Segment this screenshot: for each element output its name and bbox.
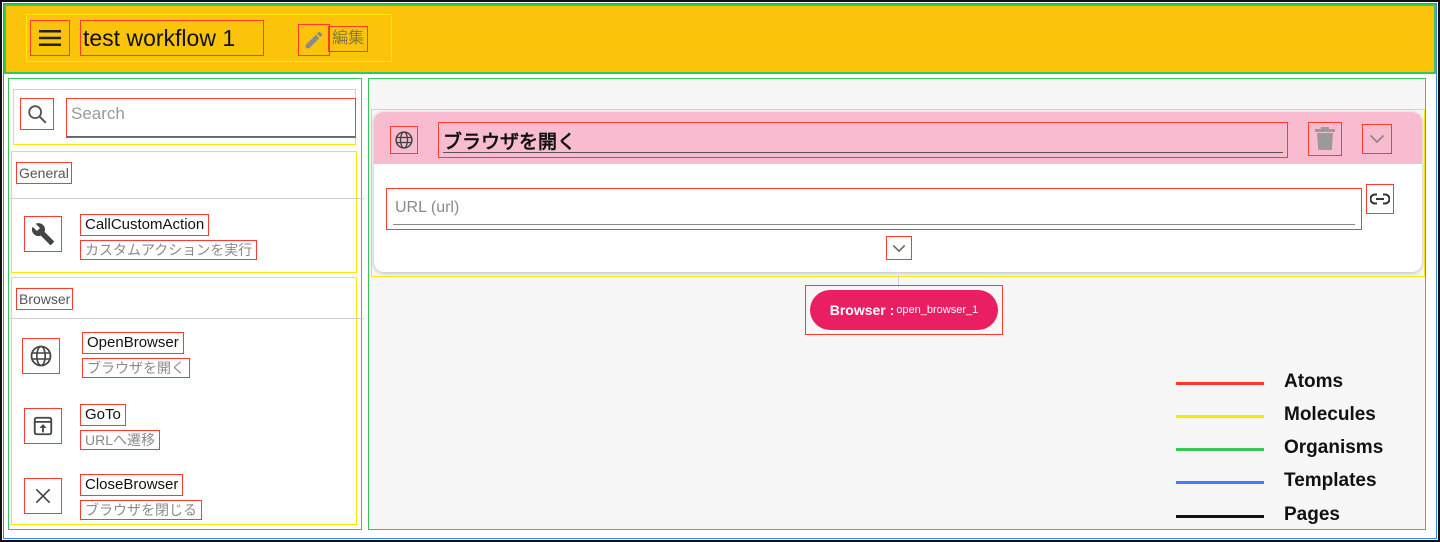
group-header-browser: Browser bbox=[16, 288, 74, 310]
expand-options-button[interactable] bbox=[886, 236, 912, 260]
action-description-closebrowser: ブラウザを閉じる bbox=[80, 500, 202, 520]
legend-label: Molecules bbox=[1284, 404, 1376, 425]
search-icon bbox=[20, 98, 54, 130]
node-card: ブラウザを開く URL (url) bbox=[374, 112, 1422, 272]
legend-line bbox=[1176, 382, 1264, 385]
edit-button[interactable] bbox=[298, 24, 330, 56]
output-variable-badge-wrapper: Browser : open_browser_1 bbox=[805, 285, 1003, 335]
action-name-openbrowser[interactable]: OpenBrowser bbox=[82, 332, 184, 354]
search-field[interactable] bbox=[66, 98, 356, 138]
edit-label[interactable]: 編集 bbox=[328, 26, 368, 52]
legend-item-templates: Templates bbox=[1176, 470, 1416, 494]
legend-line bbox=[1176, 481, 1264, 484]
collapse-node-button[interactable] bbox=[1362, 124, 1392, 154]
action-description-goto: URLへ遷移 bbox=[80, 430, 161, 450]
open-in-browser-icon[interactable] bbox=[24, 408, 62, 444]
legend-label: Pages bbox=[1284, 504, 1340, 525]
underline bbox=[443, 151, 1283, 153]
chevron-down-icon bbox=[892, 244, 906, 252]
output-variable-badge[interactable]: Browser : open_browser_1 bbox=[810, 290, 998, 330]
search-input[interactable] bbox=[67, 99, 355, 137]
divider bbox=[10, 318, 364, 319]
legend-item-atoms: Atoms bbox=[1176, 371, 1416, 395]
node-header: ブラウザを開く bbox=[374, 112, 1422, 164]
wrench-icon[interactable] bbox=[24, 216, 62, 252]
delete-node-button[interactable] bbox=[1308, 122, 1342, 156]
workflow-canvas: ブラウザを開く URL (url) Browser: open_browser… bbox=[368, 78, 1426, 530]
trash-icon bbox=[1315, 127, 1335, 150]
app-header: test workflow 1 編集 bbox=[4, 4, 1436, 74]
node-title: ブラウザを開く bbox=[443, 132, 577, 153]
workflow-title: test workflow 1 bbox=[80, 20, 264, 56]
url-placeholder: URL (url) bbox=[395, 199, 460, 216]
action-group-browser: Browser OpenBrowser ブラウザを開く GoTo URLへ遷移 bbox=[10, 277, 364, 525]
link-variable-button[interactable] bbox=[1366, 184, 1394, 214]
action-name-closebrowser[interactable]: CloseBrowser bbox=[80, 474, 184, 496]
chevron-down-icon bbox=[1369, 134, 1385, 144]
pencil-icon bbox=[305, 31, 323, 49]
legend-label: Atoms bbox=[1284, 371, 1344, 392]
action-group-general: General CallCustomAction カスタムアクションを実行 bbox=[10, 151, 364, 273]
legend-item-organisms: Organisms bbox=[1176, 437, 1416, 461]
legend-line bbox=[1176, 515, 1264, 518]
legend-line bbox=[1176, 448, 1264, 451]
workflow-node: ブラウザを開く URL (url) bbox=[371, 109, 1425, 277]
close-icon[interactable] bbox=[24, 478, 62, 514]
action-name-goto[interactable]: GoTo bbox=[80, 404, 126, 426]
action-description-openbrowser: ブラウザを開く bbox=[82, 358, 190, 378]
action-name-callcustomaction[interactable]: CallCustomAction bbox=[80, 214, 210, 236]
hamburger-menu-icon bbox=[39, 30, 61, 46]
globe-icon[interactable] bbox=[22, 338, 60, 374]
legend-item-molecules: Molecules bbox=[1176, 404, 1416, 428]
action-sidebar: General CallCustomAction カスタムアクションを実行 Br… bbox=[8, 78, 364, 530]
group-header-general: General bbox=[16, 162, 72, 184]
badge-label: Browser : bbox=[829, 302, 895, 318]
legend-label: Organisms bbox=[1284, 437, 1384, 458]
legend-label: Templates bbox=[1284, 470, 1377, 491]
globe-icon bbox=[390, 126, 418, 154]
badge-value: open_browser_1 bbox=[896, 304, 979, 316]
action-description-callcustomaction: カスタムアクションを実行 bbox=[80, 240, 258, 260]
divider bbox=[10, 198, 364, 199]
underline bbox=[393, 224, 1355, 225]
legend-item-pages: Pages bbox=[1176, 504, 1416, 528]
url-field[interactable]: URL (url) bbox=[386, 188, 1362, 230]
menu-button[interactable] bbox=[30, 20, 70, 56]
legend-line bbox=[1176, 415, 1264, 418]
search-bar bbox=[13, 89, 356, 145]
link-icon bbox=[1370, 193, 1390, 205]
node-title-field[interactable]: ブラウザを開く bbox=[438, 122, 1288, 158]
